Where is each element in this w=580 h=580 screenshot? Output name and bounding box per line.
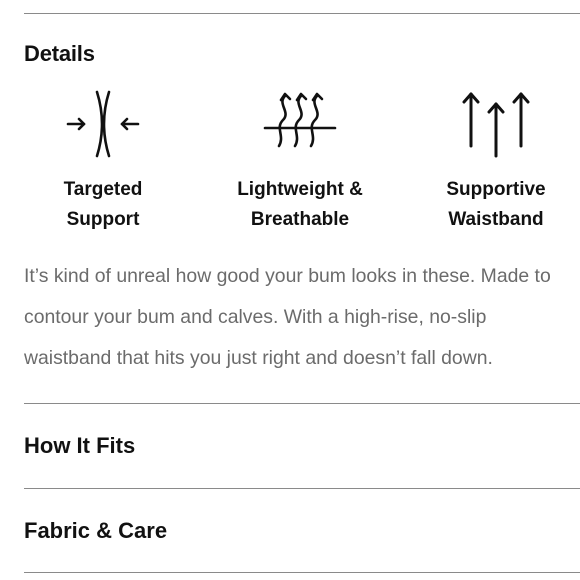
how-it-fits-accordion[interactable]: How It Fits: [24, 404, 580, 488]
accordion-title: How It Fits: [24, 433, 136, 458]
feature-label: Targeted Support: [63, 179, 143, 230]
fabric-care-accordion[interactable]: Fabric & Care: [24, 489, 580, 573]
feature-supportive-waistband: Supportive Waistband: [411, 86, 580, 235]
upward-arrows-icon: [462, 92, 530, 158]
feature-label: Supportive Waistband: [446, 179, 546, 230]
compression-arrows-icon: [66, 90, 140, 158]
details-heading: Details: [24, 41, 95, 66]
accordion-title: Fabric & Care: [24, 518, 168, 543]
divider: [24, 13, 580, 14]
feature-label: Lightweight & Breathable: [237, 179, 363, 230]
product-description: It’s kind of unreal how good your bum lo…: [24, 265, 551, 369]
feature-targeted-support: Targeted Support: [18, 86, 188, 235]
divider: [24, 572, 580, 573]
product-details-panel: Details Targeted Support Lightweight & B…: [0, 0, 580, 580]
feature-lightweight-breathable: Lightweight & Breathable: [215, 86, 385, 235]
breathable-waves-icon: [263, 92, 337, 148]
feature-icons-row: Targeted Support Lightweight & Breathabl…: [0, 86, 580, 236]
